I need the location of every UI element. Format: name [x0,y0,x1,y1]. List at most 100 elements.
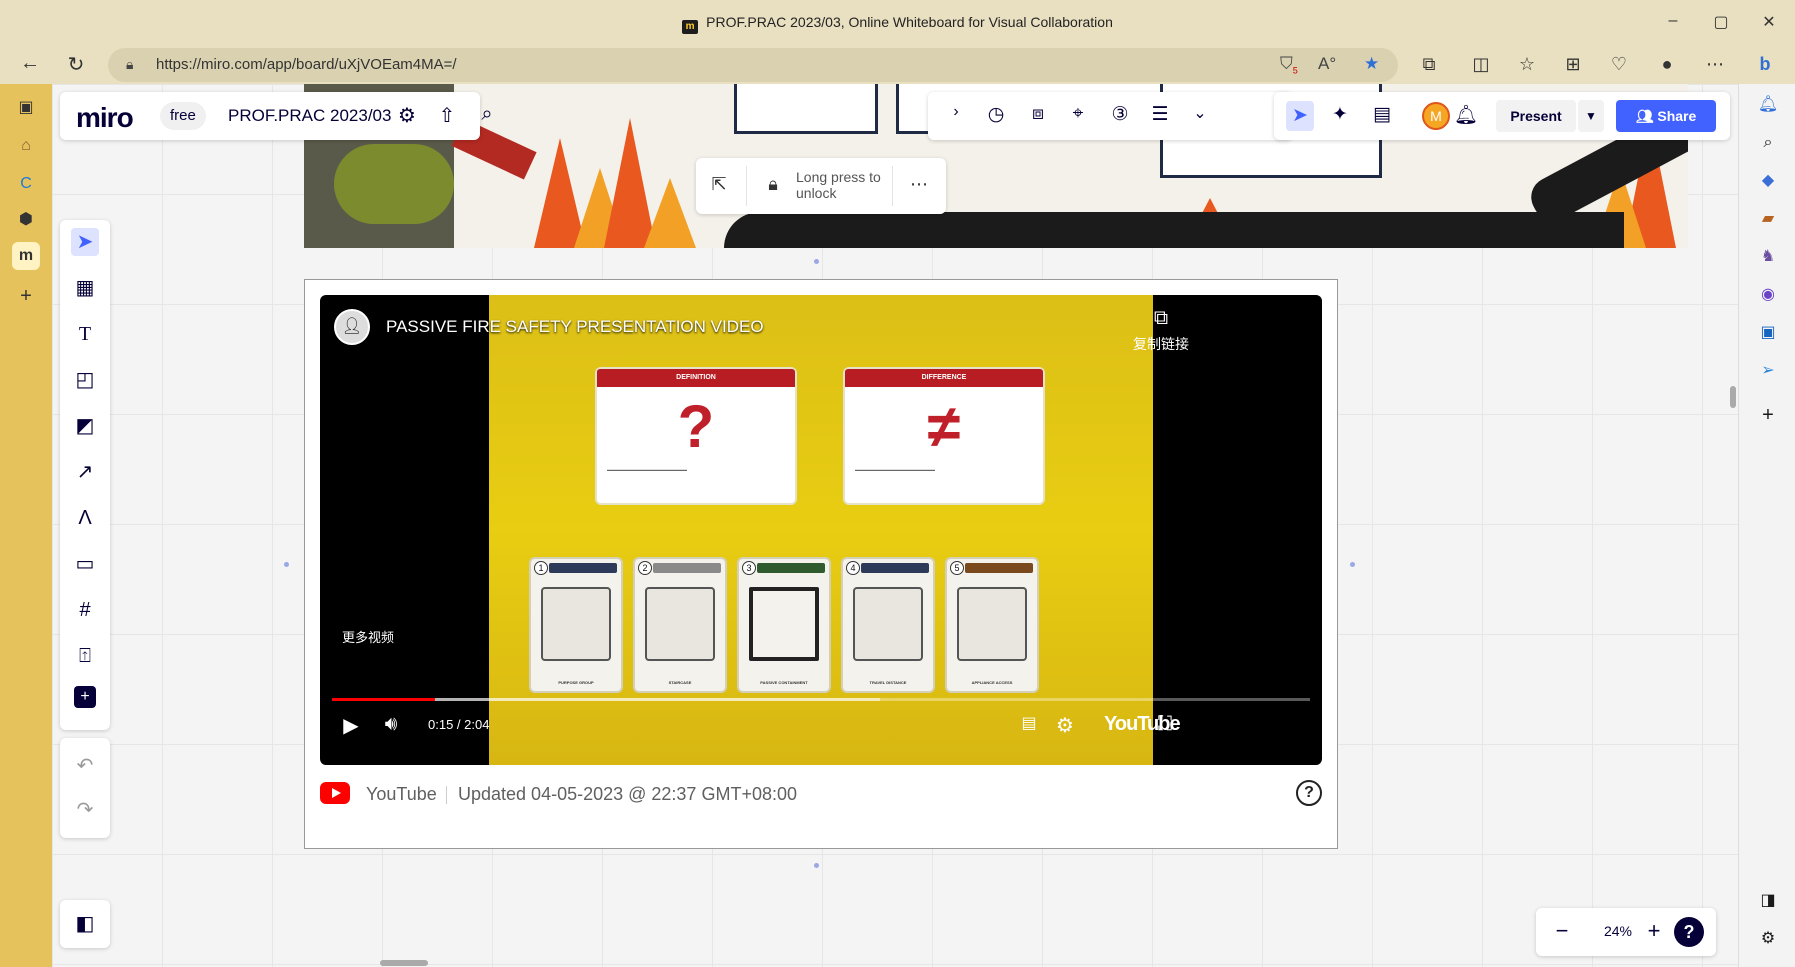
selection-handle[interactable] [814,863,819,868]
new-tab-icon[interactable]: + [12,282,40,310]
notes-icon[interactable]: ☰ [1146,103,1174,126]
tab-c-icon[interactable]: C [12,170,40,198]
zoom-level[interactable]: 24% [1594,923,1642,939]
more-videos-label[interactable]: 更多视频 [342,627,394,646]
comments-icon[interactable]: ▤ [1368,103,1396,126]
export-upload-icon[interactable]: ⇧ [434,103,460,128]
shapes-icon[interactable]: ◩ [71,412,99,440]
tab-hex-icon[interactable]: ⬢ [12,206,40,234]
focus-icon[interactable]: ⌖ [1064,103,1092,125]
add-sidebar-app-icon[interactable]: + [1755,402,1781,428]
selection-handle[interactable] [284,562,289,567]
vertical-scrollbar[interactable] [1730,386,1736,408]
copy-link-button[interactable]: ⧉ 复制链接 [1126,307,1196,354]
sidebar-settings-icon[interactable]: ⚙ [1755,926,1781,952]
address-bar[interactable]: 🔒︎ https://miro.com/app/board/uXjVOEam4M… [108,48,1398,82]
tools-briefcase-icon[interactable]: ▰ [1755,206,1781,232]
redo-icon[interactable]: ↷ [71,796,99,824]
step-number: 2 [638,561,652,575]
youtube-embed-card[interactable]: DEFINITION ? ▬▬▬▬▬▬▬▬▬▬▬▬▬▬▬▬▬▬▬▬ DIFFER… [304,279,1338,849]
maximize-button[interactable]: ▢ [1706,12,1736,32]
upload-icon[interactable]: ⍐ [71,642,99,670]
refresh-icon[interactable]: ↻ [62,52,90,77]
open-external-icon[interactable]: ⇱ [706,174,732,195]
outlook-icon[interactable]: ▣ [1755,320,1781,346]
step-number: 1 [534,561,548,575]
sticky-note-icon[interactable]: ◰ [71,366,99,394]
shopping-tag-icon[interactable]: ◆ [1755,168,1781,194]
extensions-icon[interactable]: ⧉ [1416,54,1442,75]
comment-icon[interactable]: ▭ [71,550,99,578]
sidebar-search-icon[interactable]: ⌕ [1755,130,1781,156]
tab-miro-icon[interactable]: m [12,242,40,270]
undo-icon[interactable]: ↶ [71,752,99,780]
selection-handle[interactable] [1350,562,1355,567]
fullscreen-icon[interactable]: ⛶ [1150,713,1180,736]
cursor-follow-icon[interactable]: ➤ [1286,101,1314,131]
volume-icon[interactable]: 🔊︎ [376,713,406,736]
video-settings-gear-icon[interactable]: ⚙ [1050,713,1080,738]
favorite-star-icon[interactable]: ★ [1364,54,1379,74]
present-button[interactable]: Present [1496,100,1576,132]
miro-logo[interactable]: miro [76,102,134,134]
minimize-button[interactable]: – [1658,12,1688,30]
more-options-icon[interactable]: ⋯ [1702,54,1728,75]
settings-gear-icon[interactable]: ⚙ [394,103,420,128]
video-player[interactable]: DEFINITION ? ▬▬▬▬▬▬▬▬▬▬▬▬▬▬▬▬▬▬▬▬ DIFFER… [320,295,1322,765]
send-icon[interactable]: ➢ [1755,358,1781,384]
tracking-prevention-icon[interactable]: ⛉5 [1280,54,1298,75]
office-icon[interactable]: ◉ [1755,282,1781,308]
split-screen-icon[interactable]: ◫ [1468,54,1494,75]
connection-line-icon[interactable]: ↗ [71,458,99,486]
read-aloud-icon[interactable]: A° [1318,54,1336,74]
video-progress-bar[interactable] [332,698,1310,701]
board-name[interactable]: PROF.PRAC 2023/03 [228,106,391,126]
more-tools-chevron-icon[interactable]: ⌄ [1186,103,1214,123]
frame-icon[interactable]: # [71,596,99,624]
plan-badge[interactable]: free [160,102,206,130]
back-icon[interactable]: ← [16,52,44,75]
pen-icon[interactable]: Λ [71,504,99,532]
selection-handle[interactable] [814,259,819,264]
text-tool-icon[interactable]: T [71,320,99,348]
more-options-icon[interactable]: ⋯ [906,174,932,195]
favorites-icon[interactable]: ☆ [1514,54,1540,75]
url-text[interactable]: https://miro.com/app/board/uXjVOEam4MA=/ [156,56,457,73]
collections-icon[interactable]: ⊞ [1560,54,1586,75]
zoom-out-icon[interactable]: − [1548,918,1576,944]
expand-chevron-icon[interactable]: › [942,103,970,121]
sidebar-panel-icon[interactable]: ◧ [71,910,99,938]
lock-icon[interactable]: 🔒︎ [760,174,786,195]
present-dropdown-chevron-icon[interactable]: ▼ [1578,100,1604,132]
help-button[interactable]: ? [1674,917,1704,947]
bing-copilot-icon[interactable]: b [1752,54,1778,75]
zoom-in-icon[interactable]: + [1640,918,1668,944]
search-icon[interactable]: ⌕ [474,103,500,126]
notifications-icon[interactable]: 🔔︎ [1755,92,1781,118]
voting-icon[interactable]: ③ [1106,103,1134,126]
profile-icon[interactable]: ● [1654,54,1680,75]
notifications-bell-icon[interactable]: 🔔︎ [1452,103,1480,127]
reactions-icon[interactable]: ✦ [1326,103,1354,126]
browser-essentials-icon[interactable]: ♡ [1606,54,1632,75]
channel-avatar[interactable]: 👤︎ [334,309,370,345]
tab-actions-icon[interactable]: ▣ [12,94,40,122]
share-button[interactable]: 👥︎ Share [1616,100,1716,132]
subtitles-icon[interactable]: ▤ [1014,713,1044,733]
close-window-button[interactable]: ✕ [1754,12,1784,32]
more-apps-plus-icon[interactable]: + [74,686,96,708]
timer-icon[interactable]: ◷ [982,103,1010,126]
horizontal-scrollbar[interactable] [380,960,428,966]
tab-site-icon[interactable]: ⌂ [12,132,40,160]
hide-sidebar-icon[interactable]: ◨ [1755,888,1781,914]
play-icon[interactable]: ▶ [336,713,366,738]
templates-icon[interactable]: ▦ [71,274,99,302]
video-title[interactable]: PASSIVE FIRE SAFETY PRESENTATION VIDEO [386,317,764,337]
screen-share-icon[interactable]: ⧈ [1024,103,1052,125]
help-question-icon[interactable]: ? [1296,780,1322,806]
user-avatar[interactable]: M [1422,102,1450,130]
select-pointer-icon[interactable]: ➤ [71,228,99,256]
lock-icon[interactable]: 🔒︎ [126,56,133,73]
games-icon[interactable]: ♞ [1755,244,1781,270]
board-canvas[interactable]: miro free PROF.PRAC 2023/03 ⚙ ⇧ ⌕ › ◷ ⧈ … [52,84,1738,967]
